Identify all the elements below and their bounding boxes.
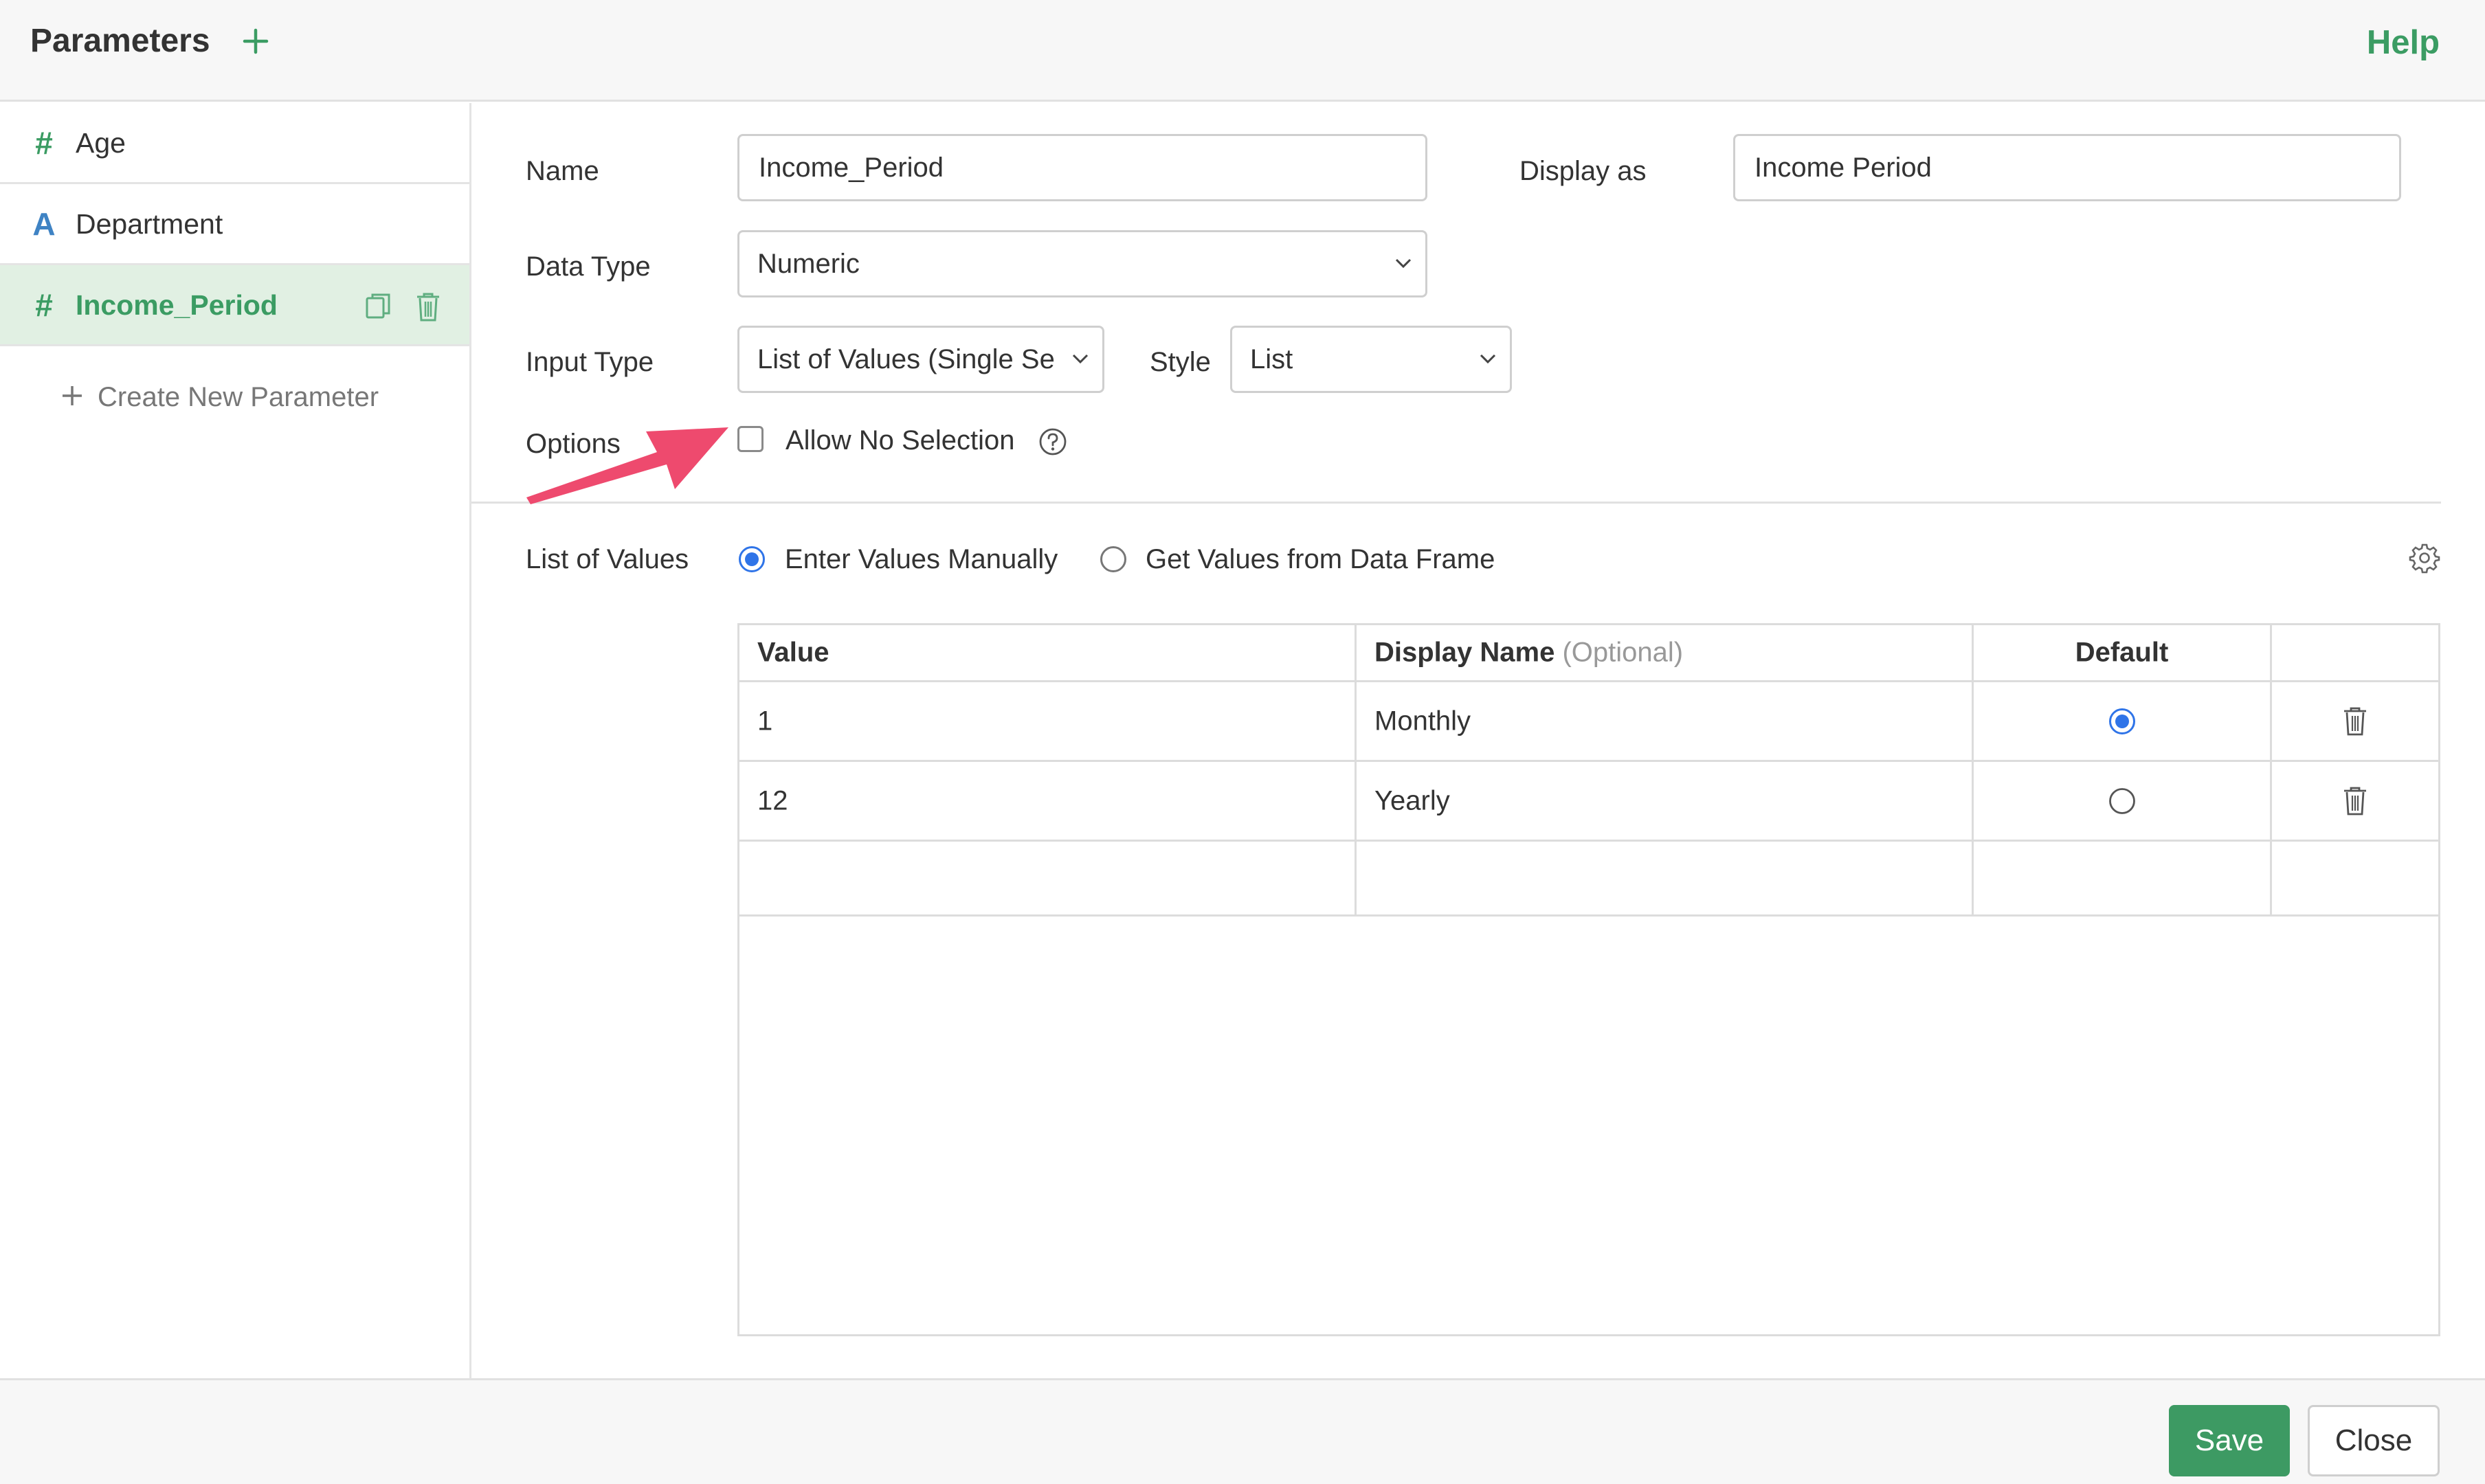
create-new-parameter-button[interactable]: Create New Parameter (60, 376, 379, 418)
sidebar-item-age[interactable]: # Age (0, 103, 469, 184)
default-radio[interactable] (2108, 707, 2137, 736)
default-column-header: Default (1974, 625, 2272, 680)
header-bar: Parameters Help (0, 0, 2485, 102)
chevron-down-icon (1478, 351, 1497, 366)
default-radio[interactable] (2108, 787, 2137, 816)
actions-cell (2272, 762, 2438, 840)
create-new-label: Create New Parameter (98, 382, 379, 412)
duplicate-icon[interactable] (364, 291, 393, 323)
list-of-values-label: List of Values (526, 544, 689, 574)
help-link[interactable]: Help (2367, 22, 2440, 63)
sidebar-item-label: Department (76, 208, 223, 240)
character-type-icon: A (32, 206, 56, 242)
chevron-down-icon (1394, 256, 1413, 271)
table-header-row: Value Display Name (Optional) Default (739, 625, 2438, 682)
data-type-value: Numeric (757, 249, 860, 279)
question-circle-icon[interactable] (1038, 427, 1068, 457)
new-display-name-cell[interactable] (1357, 842, 1974, 914)
parameter-list-sidebar: # Age A Department # Income_Period Creat… (0, 103, 471, 1378)
name-label: Name (526, 156, 599, 186)
display-name-cell[interactable]: Monthly (1357, 682, 1974, 760)
get-values-from-data-frame-radio[interactable] (1099, 545, 1128, 574)
get-values-from-data-frame-label[interactable]: Get Values from Data Frame (1146, 539, 1495, 580)
actions-column-header (2272, 625, 2438, 680)
name-input[interactable] (737, 134, 1427, 201)
sidebar-item-department[interactable]: A Department (0, 184, 469, 265)
annotation-arrow-icon (526, 427, 728, 504)
plus-icon (63, 386, 82, 406)
sidebar-item-income-period[interactable]: # Income_Period (0, 265, 469, 346)
add-parameter-icon[interactable] (239, 25, 272, 58)
new-default-cell (1974, 842, 2272, 914)
display-name-cell[interactable]: Yearly (1357, 762, 1974, 840)
new-value-cell[interactable] (739, 842, 1357, 914)
close-button[interactable]: Close (2308, 1405, 2440, 1476)
gear-icon[interactable] (2408, 541, 2441, 574)
sidebar-item-label: Income_Period (76, 289, 278, 321)
style-value: List (1250, 344, 1293, 374)
style-label: Style (1150, 347, 1211, 377)
section-divider (471, 502, 2441, 504)
enter-values-manually-label[interactable]: Enter Values Manually (785, 539, 1058, 580)
default-cell (1974, 762, 2272, 840)
chevron-down-icon (1071, 351, 1090, 366)
data-type-select[interactable]: Numeric (737, 230, 1427, 297)
trash-icon[interactable] (2342, 785, 2368, 817)
value-cell[interactable]: 12 (739, 762, 1357, 840)
display-as-label: Display as (1519, 156, 1647, 186)
value-column-header: Value (739, 625, 1357, 680)
allow-no-selection-label[interactable]: Allow No Selection (785, 420, 1015, 461)
default-cell (1974, 682, 2272, 760)
numeric-type-icon: # (35, 287, 53, 323)
table-row: 12 Yearly (739, 762, 2438, 842)
numeric-type-icon: # (35, 125, 53, 161)
display-as-input[interactable] (1733, 134, 2401, 201)
page-title: Parameters (30, 23, 210, 59)
display-name-header-text: Display Name (1374, 637, 1555, 668)
table-row: 1 Monthly (739, 682, 2438, 762)
new-actions-cell (2272, 842, 2438, 914)
sidebar-item-label: Age (76, 127, 126, 159)
trash-icon[interactable] (2342, 706, 2368, 737)
input-type-label: Input Type (526, 347, 654, 377)
enter-values-manually-radio[interactable] (737, 545, 766, 574)
actions-cell (2272, 682, 2438, 760)
parameter-editor: Name Display as Data Type Numeric Input … (471, 103, 2485, 1378)
style-select[interactable]: List (1230, 326, 1512, 393)
input-type-value: List of Values (Single Se (757, 344, 1054, 374)
delete-icon[interactable] (414, 291, 443, 323)
display-name-column-header: Display Name (Optional) (1357, 625, 1974, 680)
save-button[interactable]: Save (2169, 1405, 2290, 1476)
value-cell[interactable]: 1 (739, 682, 1357, 760)
input-type-select[interactable]: List of Values (Single Se (737, 326, 1104, 393)
footer-bar: Save Close (0, 1378, 2485, 1484)
optional-hint: (Optional) (1562, 637, 1684, 668)
data-type-label: Data Type (526, 251, 651, 282)
values-table: Value Display Name (Optional) Default 1 … (737, 623, 2440, 1336)
table-row-empty (739, 842, 2438, 917)
